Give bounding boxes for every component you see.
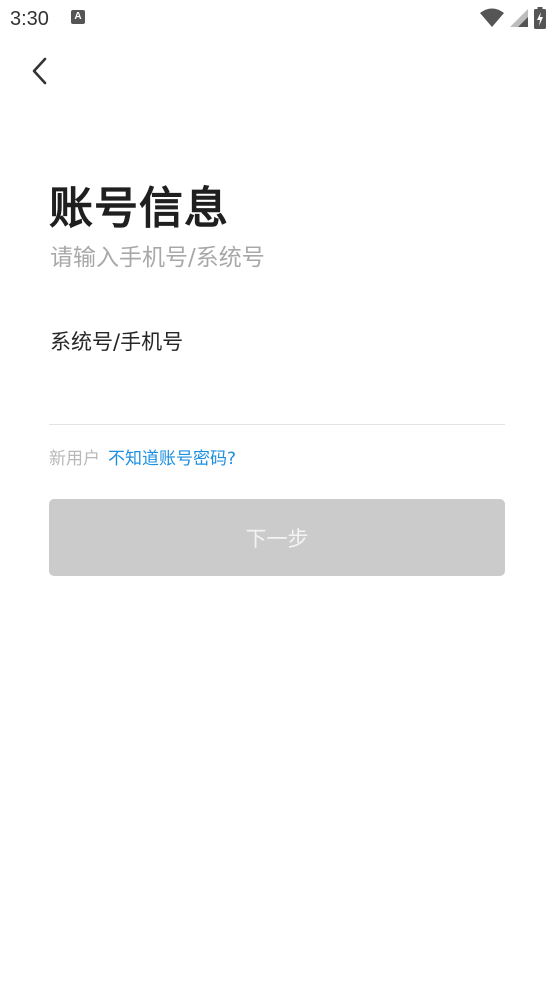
page-title: 账号信息 xyxy=(49,183,229,234)
account-input[interactable] xyxy=(49,372,505,424)
forgot-account-link[interactable]: 不知道账号密码? xyxy=(108,444,236,469)
wifi-icon xyxy=(480,8,504,27)
new-user-text: 新用户 xyxy=(49,449,100,469)
input-underline xyxy=(49,424,505,425)
status-bar: 3:30 A xyxy=(0,0,554,40)
status-icons xyxy=(480,6,546,30)
account-field-label: 系统号/手机号 xyxy=(50,330,184,354)
back-button[interactable] xyxy=(22,52,58,90)
notification-icon: A xyxy=(71,10,85,24)
chevron-left-icon xyxy=(32,57,47,85)
battery-charging-icon xyxy=(534,7,546,29)
next-step-button[interactable]: 下一步 xyxy=(49,499,505,576)
help-row: 新用户 不知道账号密码? xyxy=(49,444,236,469)
status-time: 3:30 xyxy=(10,8,49,30)
page-subtitle: 请输入手机号/系统号 xyxy=(50,245,265,271)
signal-icon xyxy=(510,9,528,27)
